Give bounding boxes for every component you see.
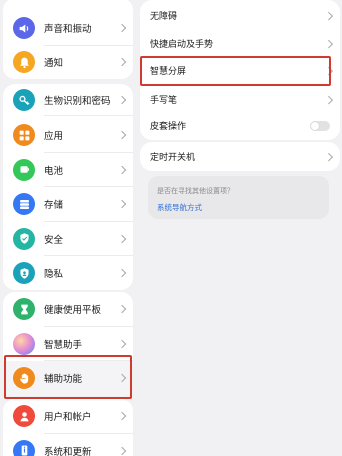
sidebar-group-account: 用户和帐户 系统和更新	[3, 399, 133, 456]
assistant-orb-icon	[13, 332, 35, 355]
user-icon	[13, 405, 35, 428]
chevron-right-icon	[117, 339, 127, 348]
hand-icon	[13, 367, 35, 390]
apps-grid-icon	[13, 124, 35, 147]
sidebar-item-label: 健康使用平板	[44, 305, 102, 317]
sidebar-group-sound: 声音和振动 通知	[3, 0, 133, 79]
sidebar-item-security[interactable]: 安全	[3, 222, 133, 256]
row-scheduled-power[interactable]: 定时开关机	[140, 143, 340, 171]
sidebar-item-privacy[interactable]: 隐私	[3, 256, 133, 290]
row-shortcuts-gestures[interactable]: 快捷启动及手势	[140, 30, 340, 58]
sidebar-item-accessibility[interactable]: 辅助功能	[3, 361, 133, 396]
settings-suggestion-card: 是否在寻找其他设置项？ 系统导航方式	[148, 176, 329, 219]
phone-info-icon	[13, 439, 35, 456]
sidebar-group-wellbeing: 健康使用平板 智慧助手 辅助功能	[3, 292, 133, 396]
accessibility-detail-pane: 无障碍 快捷启动及手势 智慧分屏 手写笔 皮套操作 定时开关机	[136, 0, 342, 456]
sidebar-item-label: 系统和更新	[44, 446, 92, 456]
sidebar-item-label: 安全	[44, 234, 64, 246]
sidebar-item-battery[interactable]: 电池	[3, 153, 133, 187]
chevron-right-icon	[117, 412, 127, 421]
shield-icon	[13, 227, 35, 250]
detail-group-main: 无障碍 快捷启动及手势 智慧分屏 手写笔 皮套操作	[140, 0, 340, 140]
row-stylus[interactable]: 手写笔	[140, 86, 340, 114]
chevron-right-icon	[117, 200, 127, 209]
chevron-right-icon	[117, 374, 127, 383]
sidebar-item-label: 隐私	[44, 269, 64, 281]
battery-icon	[13, 158, 35, 181]
key-icon	[13, 89, 35, 111]
sidebar-item-label: 智慧助手	[44, 339, 83, 351]
settings-sidebar: 声音和振动 通知 生物识别和密码 应用 电池 存储 安全 隐私 健康使用平板 智…	[0, 0, 136, 456]
cover-operation-toggle[interactable]	[310, 120, 330, 131]
suggestion-question: 是否在寻找其他设置项？	[157, 187, 234, 195]
speaker-icon	[13, 17, 35, 40]
sidebar-item-label: 辅助功能	[44, 374, 83, 386]
chevron-right-icon	[117, 165, 127, 174]
chevron-right-icon	[117, 131, 127, 140]
storage-icon	[13, 193, 35, 216]
sidebar-item-label: 电池	[44, 165, 64, 177]
sidebar-item-label: 用户和帐户	[44, 412, 92, 424]
row-label: 无障碍	[150, 12, 178, 23]
chevron-right-icon	[117, 446, 127, 455]
row-cover-operation[interactable]: 皮套操作	[140, 112, 340, 140]
sidebar-item-storage[interactable]: 存储	[3, 187, 133, 222]
chevron-right-icon	[117, 58, 127, 67]
chevron-right-icon	[324, 11, 333, 20]
chevron-right-icon	[324, 152, 333, 161]
sidebar-item-label: 通知	[44, 58, 64, 70]
toggle-knob	[311, 121, 319, 130]
bell-icon	[13, 51, 35, 74]
sidebar-item-smart-assistant[interactable]: 智慧助手	[3, 327, 133, 361]
row-label: 快捷启动及手势	[150, 40, 214, 51]
sidebar-item-label: 声音和振动	[44, 24, 92, 36]
row-label: 皮套操作	[150, 122, 187, 133]
row-label: 智慧分屏	[150, 67, 187, 78]
row-label: 手写笔	[150, 96, 178, 107]
chevron-right-icon	[117, 305, 127, 314]
sidebar-item-label: 应用	[44, 131, 64, 143]
hourglass-icon	[13, 298, 35, 321]
chevron-right-icon	[117, 95, 127, 105]
row-label: 定时开关机	[150, 153, 196, 164]
sidebar-item-biometrics[interactable]: 生物识别和密码	[3, 84, 133, 116]
sidebar-item-digital-balance[interactable]: 健康使用平板	[3, 292, 133, 327]
system-navigation-link[interactable]: 系统导航方式	[157, 202, 202, 213]
sidebar-item-label: 存储	[44, 200, 64, 212]
row-accessibility[interactable]: 无障碍	[140, 2, 340, 30]
chevron-right-icon	[117, 234, 127, 243]
chevron-right-icon	[324, 95, 333, 104]
sidebar-item-apps[interactable]: 应用	[3, 118, 133, 153]
chevron-right-icon	[117, 269, 127, 278]
chevron-right-icon	[324, 39, 333, 48]
divider	[44, 115, 133, 116]
sidebar-item-users[interactable]: 用户和帐户	[3, 399, 133, 434]
chevron-right-icon	[324, 66, 333, 75]
row-smart-split-screen[interactable]: 智慧分屏	[140, 57, 340, 85]
privacy-icon	[13, 262, 35, 285]
chevron-right-icon	[117, 24, 127, 33]
sidebar-group-system: 生物识别和密码 应用 电池 存储 安全 隐私	[3, 84, 133, 290]
sidebar-item-notifications[interactable]: 通知	[3, 45, 133, 79]
sidebar-item-system-update[interactable]: 系统和更新	[3, 434, 133, 456]
sidebar-item-label: 生物识别和密码	[44, 96, 111, 107]
sidebar-item-sound[interactable]: 声音和振动	[3, 11, 133, 46]
detail-group-power: 定时开关机	[140, 142, 340, 171]
